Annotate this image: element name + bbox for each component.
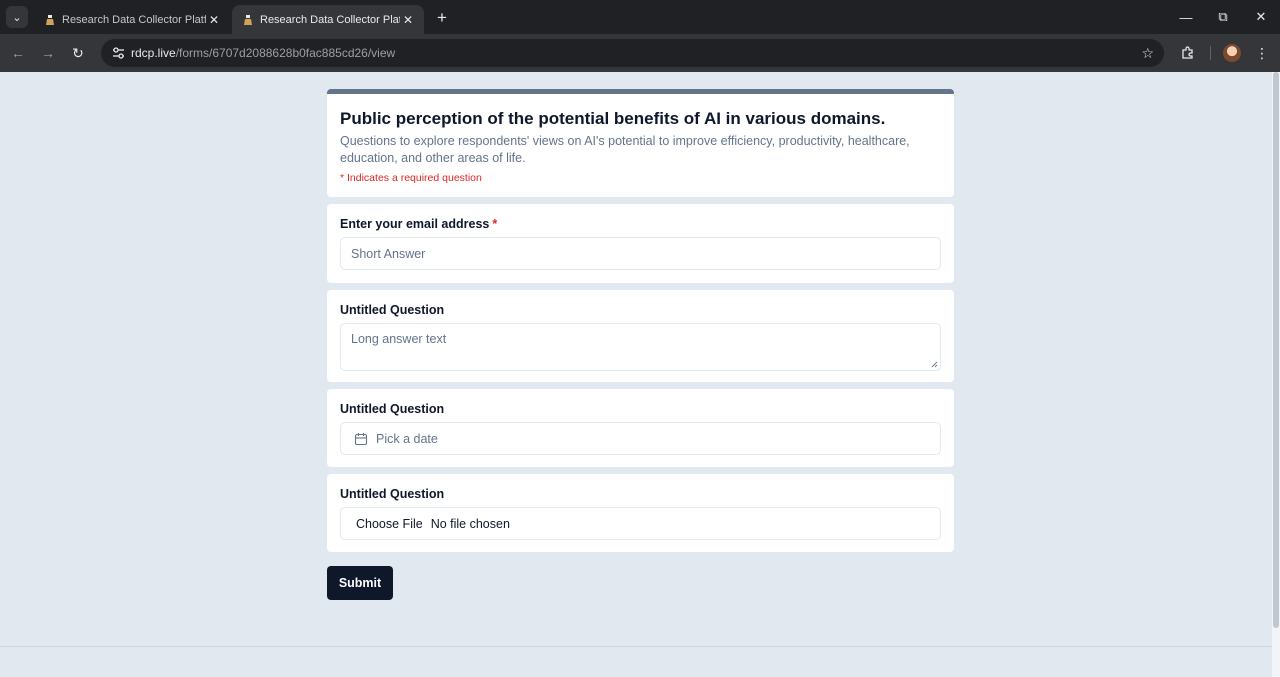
scrollbar-thumb[interactable] <box>1273 72 1279 628</box>
site-favicon-icon <box>244 14 252 25</box>
question-card-file: Untitled Question Choose File No file ch… <box>327 474 954 552</box>
reload-icon: ↻ <box>72 44 84 61</box>
url-text: rdcp.live/forms/6707d2088628b0fac885cd26… <box>131 46 395 60</box>
email-input[interactable]: Short Answer <box>340 237 941 270</box>
close-tab-icon[interactable]: ✕ <box>206 12 222 28</box>
question-card-email: Enter your email address * Short Answer <box>327 204 954 283</box>
new-tab-button[interactable]: + <box>432 8 452 28</box>
submit-button[interactable]: Submit <box>327 566 393 600</box>
question-card-date: Untitled Question Pick a date <box>327 389 954 467</box>
file-upload-input[interactable]: Choose File No file chosen <box>340 507 941 540</box>
question-label-text: Enter your email address <box>340 217 490 231</box>
tab-title: Research Data Collector Platform <box>260 13 400 26</box>
site-info-button[interactable] <box>105 47 131 59</box>
arrow-right-icon: → <box>41 45 55 61</box>
tab-title: Research Data Collector Platform <box>62 13 206 26</box>
required-star: * <box>492 217 498 231</box>
question-label: Untitled Question <box>340 487 445 501</box>
kebab-menu-icon: ⋮ <box>1255 44 1269 61</box>
date-picker-button[interactable]: Pick a date <box>340 422 941 455</box>
long-answer-textarea[interactable]: Long answer text <box>340 323 941 371</box>
page-content: Public perception of the potential benef… <box>0 72 1272 677</box>
resize-grip-icon[interactable] <box>931 361 938 368</box>
profile-avatar[interactable] <box>1223 44 1241 62</box>
browser-toolbar: ← → ↻ rdcp.live/forms/6707d2088628b0fac8… <box>0 34 1280 72</box>
choose-file-button[interactable]: Choose File <box>356 517 423 531</box>
arrow-left-icon: ← <box>11 45 25 61</box>
file-status-text: No file chosen <box>430 516 510 531</box>
restore-icon: ⧉ <box>1218 9 1228 24</box>
calendar-icon <box>354 432 368 445</box>
question-label: Untitled Question <box>340 402 445 416</box>
form-header-card: Public perception of the potential benef… <box>327 89 954 197</box>
address-bar[interactable]: rdcp.live/forms/6707d2088628b0fac885cd26… <box>101 39 1164 67</box>
form-title: Public perception of the potential benef… <box>340 109 886 128</box>
puzzle-icon <box>1182 46 1193 59</box>
tab-search-button[interactable]: ⌄ <box>6 6 28 28</box>
url-host: rdcp.live <box>131 46 176 60</box>
plus-icon: + <box>437 8 447 27</box>
url-path: /forms/6707d2088628b0fac885cd26/view <box>175 46 396 60</box>
close-icon: ✕ <box>1255 9 1267 24</box>
forward-button[interactable]: → <box>37 42 59 64</box>
chevron-down-icon: ⌄ <box>12 11 22 24</box>
reload-button[interactable]: ↻ <box>67 42 89 64</box>
textarea-placeholder: Long answer text <box>351 332 447 346</box>
browser-menu-button[interactable]: ⋮ <box>1251 42 1273 64</box>
restore-button[interactable]: ⧉ <box>1203 0 1243 34</box>
date-placeholder: Pick a date <box>376 431 438 446</box>
site-favicon-icon <box>46 14 54 25</box>
minimize-button[interactable]: — <box>1166 0 1206 34</box>
tab-1[interactable]: Research Data Collector Platform ✕ <box>34 5 230 34</box>
form-description: Questions to explore respondents' views … <box>340 134 910 165</box>
tab-strip: ⌄ Research Data Collector Platform ✕ Res… <box>0 0 1280 34</box>
toolbar-divider <box>1210 46 1211 60</box>
tab-2-active[interactable]: Research Data Collector Platform ✕ <box>232 5 424 34</box>
question-label: Untitled Question <box>340 303 445 317</box>
question-card-long-answer: Untitled Question Long answer text <box>327 290 954 382</box>
bookmark-star-icon[interactable]: ☆ <box>1141 45 1154 62</box>
input-placeholder: Short Answer <box>351 246 426 261</box>
footer-divider <box>0 646 1272 647</box>
close-tab-icon[interactable]: ✕ <box>400 12 416 28</box>
close-window-button[interactable]: ✕ <box>1241 0 1280 34</box>
required-note: * Indicates a required question <box>340 172 482 184</box>
question-label: Enter your email address * <box>340 216 941 232</box>
page-scrollbar[interactable] <box>1272 72 1280 677</box>
minimize-icon: — <box>1179 9 1193 25</box>
back-button[interactable]: ← <box>7 42 29 64</box>
tune-icon <box>112 47 124 59</box>
extensions-button[interactable] <box>1177 42 1199 64</box>
